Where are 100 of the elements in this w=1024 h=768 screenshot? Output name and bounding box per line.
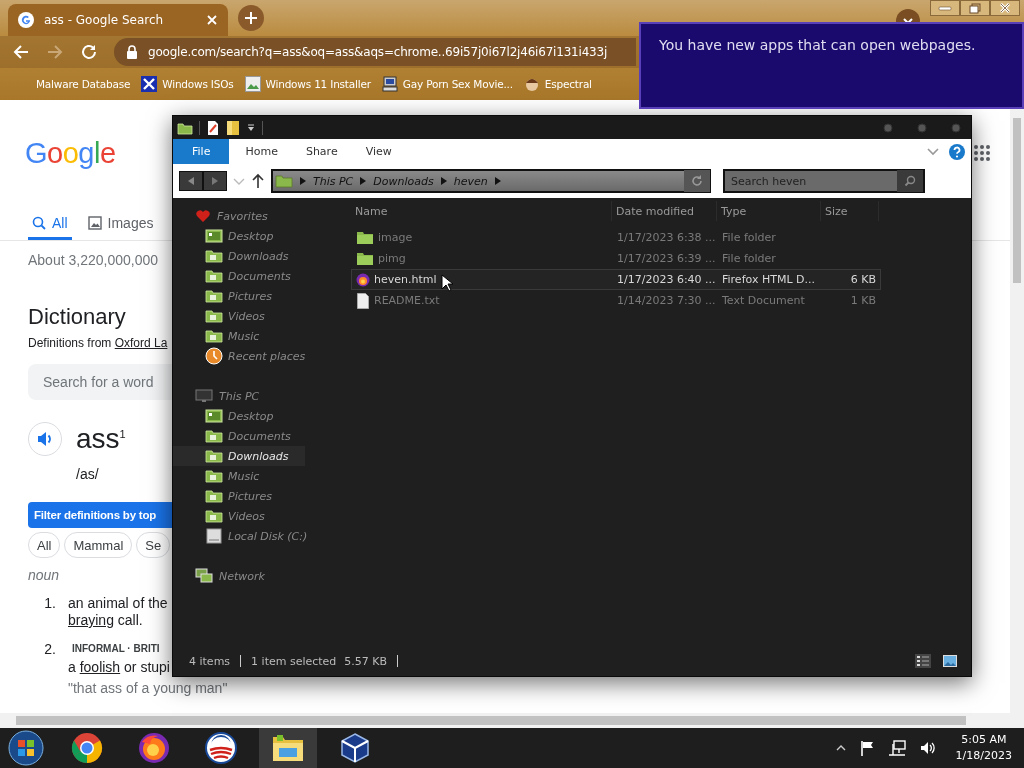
- column-header[interactable]: Type: [717, 201, 821, 221]
- ribbon-tab[interactable]: File: [173, 139, 230, 164]
- speaker-icon[interactable]: [919, 740, 936, 756]
- flag-icon[interactable]: [859, 740, 874, 756]
- date-cell-text: 1/14/2023 7:30 ...: [616, 294, 717, 307]
- back-icon[interactable]: [12, 43, 30, 61]
- file-row[interactable]: image 1/17/2023 6:38 ... File folder: [351, 227, 881, 248]
- reload-icon[interactable]: [80, 43, 98, 61]
- column-header[interactable]: Size: [821, 201, 879, 221]
- breadcrumb-item[interactable]: heven: [453, 174, 488, 188]
- caret-icon[interactable]: [246, 122, 256, 133]
- bookmark[interactable]: Gay Porn Sex Movie...: [381, 76, 513, 92]
- close-icon[interactable]: [990, 0, 1020, 16]
- taskbar-button[interactable]: [259, 728, 317, 768]
- google-logo[interactable]: Google: [25, 137, 116, 173]
- search-field[interactable]: Search for a word: [28, 364, 172, 400]
- definition-link[interactable]: braying: [68, 612, 114, 628]
- nav-item[interactable]: Music: [173, 466, 305, 486]
- scrollbar[interactable]: [0, 713, 1024, 728]
- chevron-right-icon[interactable]: [440, 177, 447, 185]
- network-icon[interactable]: [887, 740, 906, 756]
- image-icon: [244, 76, 261, 92]
- folder-icon[interactable]: [226, 119, 240, 136]
- filter-chip[interactable]: Se: [136, 532, 171, 558]
- ribbon-tab[interactable]: Home: [231, 139, 292, 164]
- chevron-up-icon[interactable]: [835, 744, 846, 752]
- up-arrow-icon[interactable]: [251, 173, 265, 189]
- address-bar[interactable]: google.com/search?q=ass&oq=ass&aqs=chrome..69i57j0i67l2j46i67i131i433j: [114, 38, 636, 66]
- register-label: INFORMAL · BRITI: [71, 642, 161, 656]
- column-header[interactable]: Date modified: [612, 201, 717, 221]
- file-name[interactable]: README.txt: [374, 294, 440, 307]
- bookmark[interactable]: Malware Database: [36, 78, 131, 90]
- browser-tab[interactable]: ass - Google Search: [8, 4, 228, 36]
- source-link[interactable]: Oxford La: [114, 336, 168, 350]
- nav-item[interactable]: Recent places: [173, 346, 305, 366]
- nav-item[interactable]: Favorites: [173, 206, 345, 226]
- cube-icon: [339, 732, 371, 764]
- forward-icon[interactable]: [203, 171, 227, 191]
- monitor-icon: [195, 389, 213, 403]
- folder-icon[interactable]: [177, 120, 193, 135]
- ribbon-tab[interactable]: View: [351, 139, 406, 164]
- file-row[interactable]: pimg 1/17/2023 6:39 ... File folder: [351, 248, 881, 269]
- nav-item[interactable]: This PC: [173, 386, 345, 406]
- filter-chip[interactable]: All: [28, 532, 61, 558]
- source-text: Definitions from Oxford La: [28, 336, 168, 350]
- nav-item[interactable]: Documents: [173, 426, 305, 446]
- x-icon: [141, 76, 158, 92]
- file-name[interactable]: image: [378, 231, 413, 244]
- nav-item[interactable]: Videos: [173, 506, 305, 526]
- nav-item[interactable]: Documents: [173, 266, 305, 286]
- bookmark[interactable]: Windows 11 Installer: [244, 76, 371, 92]
- bookmark[interactable]: Windows ISOs: [141, 76, 234, 92]
- filter-button[interactable]: Filter definitions by top: [28, 502, 172, 528]
- definition-text: an animal of the: [68, 595, 168, 612]
- nav-item[interactable]: Videos: [173, 306, 305, 326]
- start-icon[interactable]: [8, 730, 44, 766]
- search-field[interactable]: Search heven: [725, 170, 897, 192]
- search-tab[interactable]: Images: [83, 209, 158, 240]
- ribbon-tab[interactable]: Share: [291, 139, 352, 164]
- minimize-icon[interactable]: [930, 0, 960, 16]
- filter-chip[interactable]: Mammal: [64, 532, 133, 558]
- chevron-right-icon[interactable]: [360, 177, 367, 185]
- chevron-right-icon[interactable]: [494, 177, 501, 185]
- help-icon[interactable]: [949, 143, 965, 160]
- folder-icon: [205, 269, 223, 283]
- breadcrumb-item[interactable]: This PC: [313, 174, 354, 188]
- file-name[interactable]: heven.html: [374, 273, 437, 286]
- thumbnail-view-icon[interactable]: [943, 655, 957, 667]
- document-icon[interactable]: [206, 119, 220, 136]
- computer-icon: [381, 76, 398, 92]
- new-tab-icon[interactable]: [238, 5, 264, 31]
- breadcrumb-item[interactable]: Downloads: [373, 174, 434, 188]
- pronunciation: /as/: [76, 466, 99, 482]
- refresh-icon[interactable]: [684, 170, 710, 192]
- apps-icon[interactable]: [973, 144, 991, 162]
- chevron-right-icon[interactable]: [300, 177, 306, 185]
- nav-item[interactable]: Pictures: [173, 486, 305, 506]
- back-icon[interactable]: [179, 171, 203, 191]
- file-name[interactable]: pimg: [378, 252, 406, 265]
- nav-item[interactable]: Downloads: [173, 246, 305, 266]
- size-cell: 6 KB: [850, 273, 876, 286]
- cursor-icon: [441, 274, 453, 292]
- address-bar[interactable]: This PC Downloads heven: [271, 169, 711, 193]
- nav-item[interactable]: Local Disk (C:): [173, 526, 305, 546]
- clock[interactable]: 5:05 AM 1/18/2023: [949, 732, 1024, 764]
- nav-item[interactable]: Desktop: [173, 226, 305, 246]
- column-header[interactable]: Name: [351, 201, 612, 221]
- bookmark[interactable]: Espectral: [523, 76, 592, 92]
- search-box[interactable]: Search heven: [723, 169, 925, 193]
- file-row[interactable]: heven.html 1/17/2023 6:40 ... Firefox HTML D... 6 KB: [351, 269, 881, 290]
- notification-panel[interactable]: You have new apps that can open webpages.: [639, 22, 1024, 109]
- file-row[interactable]: README.txt 1/14/2023 7:30 ... Text Document 1 KB: [351, 290, 881, 311]
- definition-link[interactable]: foolish: [79, 659, 121, 675]
- nav-item[interactable]: Desktop: [173, 406, 305, 426]
- nav-item[interactable]: Music: [173, 326, 305, 346]
- nav-item[interactable]: Downloads: [173, 446, 305, 466]
- nav-item[interactable]: Network: [173, 566, 345, 586]
- details-view-icon[interactable]: [915, 654, 931, 668]
- nav-item[interactable]: Pictures: [173, 286, 305, 306]
- restore-icon[interactable]: [960, 0, 990, 16]
